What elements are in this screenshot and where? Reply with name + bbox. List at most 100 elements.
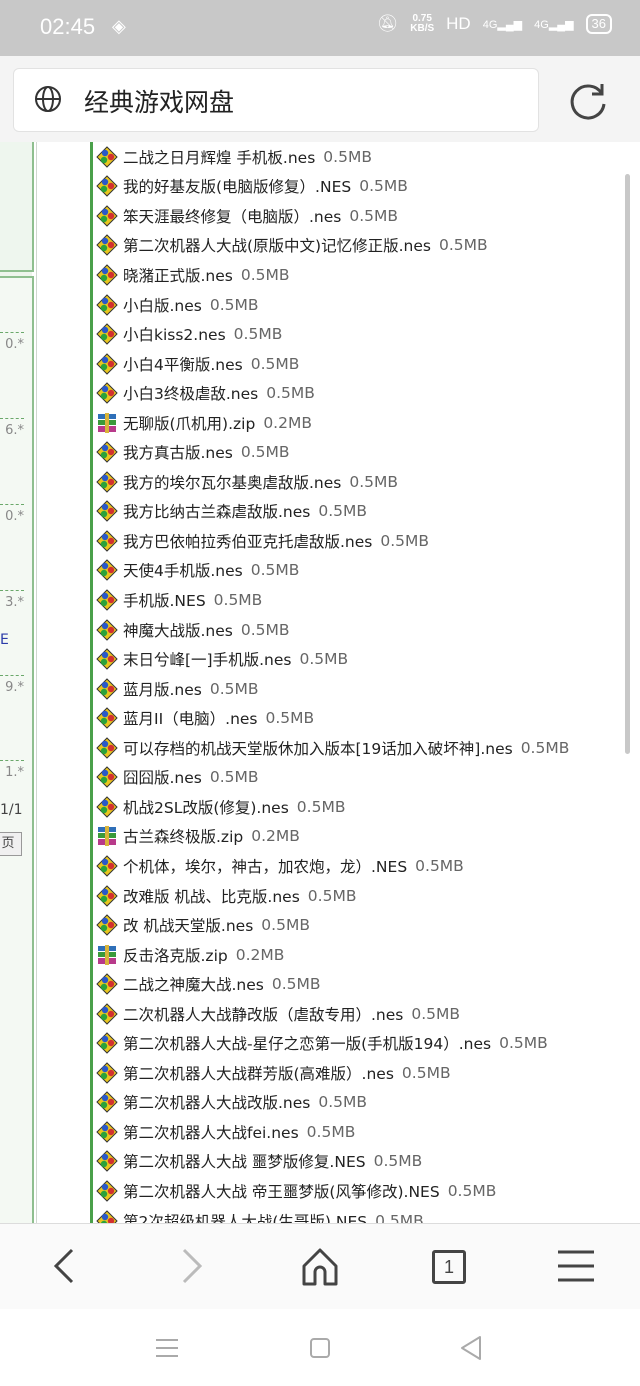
file-list-item[interactable]: 改难版 机战、比克版.nes 0.5MB: [96, 881, 356, 911]
file-list-item[interactable]: 二次机器人大战静改版（虐敌专用）.nes 0.5MB: [96, 999, 460, 1029]
tabs-button[interactable]: 1: [426, 1244, 470, 1288]
page-title: 经典游戏网盘: [84, 88, 235, 117]
file-name-link[interactable]: 小白4平衡版.nes: [123, 353, 243, 375]
home-square-icon[interactable]: [305, 1333, 335, 1363]
file-list-item[interactable]: 我方的埃尔瓦尔基奥虐敌版.nes 0.5MB: [96, 467, 398, 497]
file-list-item[interactable]: 第2次超级机器人大战(生哥版).NES 0.5MB: [96, 1206, 424, 1223]
file-name-link[interactable]: 晓潴正式版.nes: [123, 264, 233, 286]
nes-rom-icon: [96, 707, 118, 729]
menu-icon[interactable]: [554, 1244, 598, 1288]
file-list-item[interactable]: 蓝月II（电脑）.nes 0.5MB: [96, 703, 314, 733]
nes-rom-icon: [96, 382, 118, 404]
file-list-item[interactable]: 我的好基友版(电脑版修复）.NES 0.5MB: [96, 172, 408, 202]
file-name-link[interactable]: 机战2SL改版(修复).nes: [123, 796, 289, 818]
file-list-item[interactable]: 可以存档的机战天堂版休加入版本[19话加入破坏神].nes 0.5MB: [96, 733, 569, 763]
back-icon[interactable]: [42, 1244, 86, 1288]
nes-rom-icon: [96, 559, 118, 582]
file-list-item[interactable]: 古兰森终极版.zip 0.2MB: [96, 822, 300, 852]
nes-rom-icon: [96, 323, 118, 345]
file-name-link[interactable]: 囧囧版.nes: [123, 766, 202, 788]
file-name-link[interactable]: 改 机战天堂版.nes: [123, 914, 253, 936]
file-name-link[interactable]: 手机版.NES: [123, 589, 206, 611]
back-triangle-icon[interactable]: [456, 1333, 486, 1363]
refresh-icon[interactable]: [566, 80, 610, 124]
file-name-link[interactable]: 我方的埃尔瓦尔基奥虐敌版.nes: [123, 471, 341, 493]
file-name-link[interactable]: 笨天涯最终修复（电脑版）.nes: [123, 205, 341, 227]
file-list-item[interactable]: 囧囧版.nes 0.5MB: [96, 763, 259, 793]
home-icon[interactable]: [298, 1244, 342, 1288]
file-name-link[interactable]: 第二次机器人大战(原版中文)记忆修正版.nes: [123, 234, 431, 256]
file-name-link[interactable]: 第二次机器人大战群芳版(高难版）.nes: [123, 1062, 394, 1084]
file-name-link[interactable]: 我方真古版.nes: [123, 441, 233, 463]
file-name-link[interactable]: 可以存档的机战天堂版休加入版本[19话加入破坏神].nes: [123, 737, 513, 759]
file-name-link[interactable]: 二战之日月辉煌 手机板.nes: [123, 146, 315, 168]
file-size: 0.2MB: [263, 413, 312, 432]
file-name-link[interactable]: 二战之神魔大战.nes: [123, 973, 264, 995]
forward-icon[interactable]: [170, 1244, 214, 1288]
file-name-link[interactable]: 第二次机器人大战 噩梦版修复.NES: [123, 1150, 366, 1172]
file-list-item[interactable]: 小白4平衡版.nes 0.5MB: [96, 349, 299, 379]
web-page[interactable]: 0.* 6.* 0.* 3.* E 9.* 1.* 1/1 页 二战之日月辉煌 …: [0, 142, 640, 1223]
file-name-link[interactable]: 蓝月II（电脑）.nes: [123, 707, 258, 729]
file-name-link[interactable]: 改难版 机战、比克版.nes: [123, 885, 300, 907]
scrollbar[interactable]: [625, 174, 630, 754]
file-name-link[interactable]: 古兰森终极版.zip: [123, 825, 243, 847]
file-name-link[interactable]: 末日兮峰[一]手机版.nes: [123, 648, 291, 670]
file-list-item[interactable]: 天使4手机版.nes 0.5MB: [96, 556, 299, 586]
file-name-link[interactable]: 第二次机器人大战-星仔之恋第一版(手机版194）.nes: [123, 1032, 491, 1054]
file-list-item[interactable]: 反击洛克版.zip 0.2MB: [96, 940, 284, 970]
file-list-item[interactable]: 末日兮峰[一]手机版.nes 0.5MB: [96, 644, 348, 674]
nes-rom-icon: [96, 293, 118, 316]
recents-icon[interactable]: [152, 1333, 182, 1363]
file-list-item[interactable]: 改 机战天堂版.nes 0.5MB: [96, 910, 310, 940]
file-name-link[interactable]: 第二次机器人大战改版.nes: [123, 1091, 310, 1113]
file-name-link[interactable]: 二次机器人大战静改版（虐敌专用）.nes: [123, 1003, 403, 1025]
file-list-item[interactable]: 神魔大战版.nes 0.5MB: [96, 615, 290, 645]
file-name-link[interactable]: 反击洛克版.zip: [123, 944, 228, 966]
file-list-item[interactable]: 第二次机器人大战(原版中文)记忆修正版.nes 0.5MB: [96, 231, 488, 261]
file-list-item[interactable]: 第二次机器人大战fei.nes 0.5MB: [96, 1117, 355, 1147]
file-list-item[interactable]: 笨天涯最终修复（电脑版）.nes 0.5MB: [96, 201, 398, 231]
file-name-link[interactable]: 天使4手机版.nes: [123, 559, 243, 581]
file-list-item[interactable]: 我方真古版.nes 0.5MB: [96, 438, 290, 468]
file-name-link[interactable]: 个机体，埃尔，神古，加农炮，龙）.NES: [123, 855, 407, 877]
file-name-link[interactable]: 无聊版(爪机用).zip: [123, 412, 255, 434]
file-list-item[interactable]: 机战2SL改版(修复).nes 0.5MB: [96, 792, 345, 822]
file-list-item[interactable]: 第二次机器人大战群芳版(高难版）.nes 0.5MB: [96, 1058, 451, 1088]
browser-toolbar: 1: [0, 1223, 640, 1310]
file-name-link[interactable]: 小白kiss2.nes: [123, 323, 226, 345]
nes-rom-icon: [96, 855, 118, 877]
file-name-link[interactable]: 神魔大战版.nes: [123, 619, 233, 641]
file-list-item[interactable]: 手机版.NES 0.5MB: [96, 585, 262, 615]
file-size: 0.5MB: [233, 325, 283, 344]
file-name-link[interactable]: 我的好基友版(电脑版修复）.NES: [123, 175, 351, 197]
file-name-link[interactable]: 第二次机器人大战fei.nes: [123, 1121, 299, 1143]
file-list-item[interactable]: 第二次机器人大战-星仔之恋第一版(手机版194）.nes 0.5MB: [96, 1029, 548, 1059]
file-list-item[interactable]: 蓝月版.nes 0.5MB: [96, 674, 259, 704]
file-name-link[interactable]: 我方巴依帕拉秀伯亚克托虐敌版.nes: [123, 530, 372, 552]
file-list-item[interactable]: 二战之神魔大战.nes 0.5MB: [96, 969, 321, 999]
file-size: 0.5MB: [209, 295, 259, 314]
address-bar[interactable]: 经典游戏网盘: [13, 68, 539, 132]
file-name-link[interactable]: 我方比纳古兰森虐敌版.nes: [123, 500, 310, 522]
file-list-item[interactable]: 小白kiss2.nes 0.5MB: [96, 319, 282, 349]
file-list-item[interactable]: 晓潴正式版.nes 0.5MB: [96, 260, 290, 290]
file-list-item[interactable]: 第二次机器人大战 噩梦版修复.NES 0.5MB: [96, 1147, 422, 1177]
file-list-item[interactable]: 我方巴依帕拉秀伯亚克托虐敌版.nes 0.5MB: [96, 526, 429, 556]
file-list-item[interactable]: 我方比纳古兰森虐敌版.nes 0.5MB: [96, 497, 367, 527]
page-button[interactable]: 页: [0, 832, 22, 856]
file-list-item[interactable]: 第二次机器人大战 帝王噩梦版(风筝修改).NES 0.5MB: [96, 1176, 496, 1206]
file-name-link[interactable]: 蓝月版.nes: [123, 678, 202, 700]
file-list-item[interactable]: 无聊版(爪机用).zip 0.2MB: [96, 408, 312, 438]
file-name-link[interactable]: 第2次超级机器人大战(生哥版).NES: [123, 1210, 367, 1223]
nes-rom-icon: [96, 1180, 118, 1202]
file-list-item[interactable]: 个机体，埃尔，神古，加农炮，龙）.NES 0.5MB: [96, 851, 464, 881]
file-name-link[interactable]: 第二次机器人大战 帝王噩梦版(风筝修改).NES: [123, 1180, 440, 1202]
edge-link-fragment[interactable]: E: [0, 632, 9, 648]
file-list-item[interactable]: 第二次机器人大战改版.nes 0.5MB: [96, 1088, 367, 1118]
file-name-link[interactable]: 小白3终极虐敌.nes: [123, 382, 258, 404]
file-name-link[interactable]: 小白版.nes: [123, 294, 202, 316]
file-list-item[interactable]: 小白版.nes 0.5MB: [96, 290, 259, 320]
file-list-item[interactable]: 小白3终极虐敌.nes 0.5MB: [96, 378, 315, 408]
file-list-item[interactable]: 二战之日月辉煌 手机板.nes 0.5MB: [96, 142, 372, 172]
